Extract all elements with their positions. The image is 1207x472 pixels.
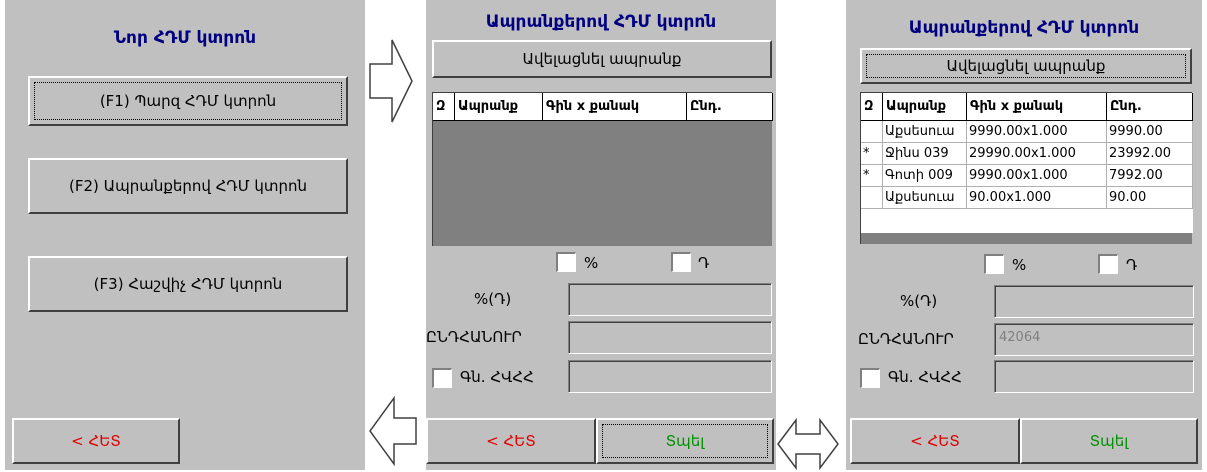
column-header: Զ (433, 93, 455, 121)
card-label: Գն. ՀՎՀՀ (888, 368, 962, 386)
dram-label: Դ (1126, 256, 1138, 274)
screen-items-receipt-empty: Ապրանքերով ՀԴՄ կտրոն Ավելացնել ապրանք Զ … (426, 0, 776, 470)
row-mark: * (861, 165, 883, 187)
dram-checkbox[interactable] (671, 252, 691, 272)
card-checkbox[interactable] (432, 368, 452, 388)
items-grid[interactable]: Զ Ապրանք Գին x քանակ Ընդ. (432, 92, 773, 246)
column-header: Գին x քանակ (967, 93, 1107, 121)
percent-label: % (1012, 256, 1027, 274)
page-title: Ապրանքերով ՀԴՄ կտրոն (485, 12, 717, 32)
page-title: Նոր ՀԴՄ կտրոն (113, 28, 257, 48)
items-receipt-button[interactable]: (F2) Ապրանքերով ՀԴՄ կտրոն (28, 158, 348, 214)
percent-checkbox[interactable] (556, 252, 576, 272)
row-mark (861, 187, 883, 209)
row-price: 9990.00x1.000 (967, 165, 1107, 187)
add-item-button[interactable]: Ավելացնել ապրանք (432, 40, 772, 78)
column-header: Գին x քանակ (543, 93, 687, 121)
column-header: Ապրանք (883, 93, 967, 121)
back-button[interactable]: < ՀԵՏ (850, 418, 1020, 464)
card-field[interactable] (994, 360, 1194, 393)
discount-field[interactable] (994, 285, 1194, 318)
row-total: 90.00 (1107, 187, 1193, 209)
dram-checkbox[interactable] (1098, 254, 1118, 274)
row-item: Աքսեսուա (883, 187, 967, 209)
back-button[interactable]: < ՀԵՏ (12, 418, 180, 464)
back-button[interactable]: < ՀԵՏ (426, 418, 596, 464)
total-field[interactable] (568, 321, 772, 354)
row-total: 7992.00 (1107, 165, 1193, 187)
screen-items-receipt-filled: Ապրանքերով ՀԴՄ կտրոն Ավելացնել ապրանք Զ … (846, 0, 1202, 470)
discount-field[interactable] (568, 283, 772, 316)
row-price: 9990.00x1.000 (967, 121, 1107, 143)
row-price: 29990.00x1.000 (967, 143, 1107, 165)
empty-row (861, 209, 1193, 233)
print-button[interactable]: Տպել (1020, 418, 1198, 464)
row-total: 9990.00 (1107, 121, 1193, 143)
row-total: 23992.00 (1107, 143, 1193, 165)
arrow-double-icon (777, 417, 839, 471)
discount-label: %(Դ) (474, 290, 512, 308)
card-field[interactable] (568, 360, 772, 393)
row-price: 90.00x1.000 (967, 187, 1107, 209)
card-label: Գն. ՀՎՀՀ (460, 368, 534, 386)
row-mark: * (861, 143, 883, 165)
row-item: Գոտի 009 (883, 165, 967, 187)
print-button[interactable]: Տպել (596, 418, 774, 464)
items-grid[interactable]: Զ Ապրանք Գին x քանակ Ընդ. Աքսեսուա 9990.… (860, 92, 1193, 244)
arrow-left-icon (369, 396, 417, 466)
total-field[interactable]: 42064 (994, 323, 1194, 356)
percent-checkbox[interactable] (984, 254, 1004, 274)
percent-label: % (584, 254, 599, 272)
add-item-button[interactable]: Ավելացնել ապրանք (860, 48, 1192, 84)
total-label: ԸՆԴՀԱՆՈՒՐ (426, 328, 522, 346)
column-header: Ընդ. (1107, 93, 1193, 121)
arrow-right-icon (369, 39, 413, 123)
total-label: ԸՆԴՀԱՆՈՒՐ (858, 330, 954, 348)
row-item: Աքսեսուա (883, 121, 967, 143)
column-header: Ընդ. (687, 93, 773, 121)
row-item: Ջինս 039 (883, 143, 967, 165)
simple-receipt-button[interactable]: (F1) Պարզ ՀԴՄ կտրոն (28, 76, 348, 126)
counter-receipt-button[interactable]: (F3) Հաշվիչ ՀԴՄ կտրոն (28, 256, 348, 312)
dram-label: Դ (698, 254, 710, 272)
screen-new-receipt: Նոր ՀԴՄ կտրոն (F1) Պարզ ՀԴՄ կտրոն (F2) Ա… (5, 0, 365, 470)
column-header: Զ (861, 93, 883, 121)
discount-label: %(Դ) (900, 292, 938, 310)
page-title: Ապրանքերով ՀԴՄ կտրոն (908, 18, 1140, 38)
column-header: Ապրանք (455, 93, 543, 121)
row-mark (861, 121, 883, 143)
card-checkbox[interactable] (860, 368, 880, 388)
